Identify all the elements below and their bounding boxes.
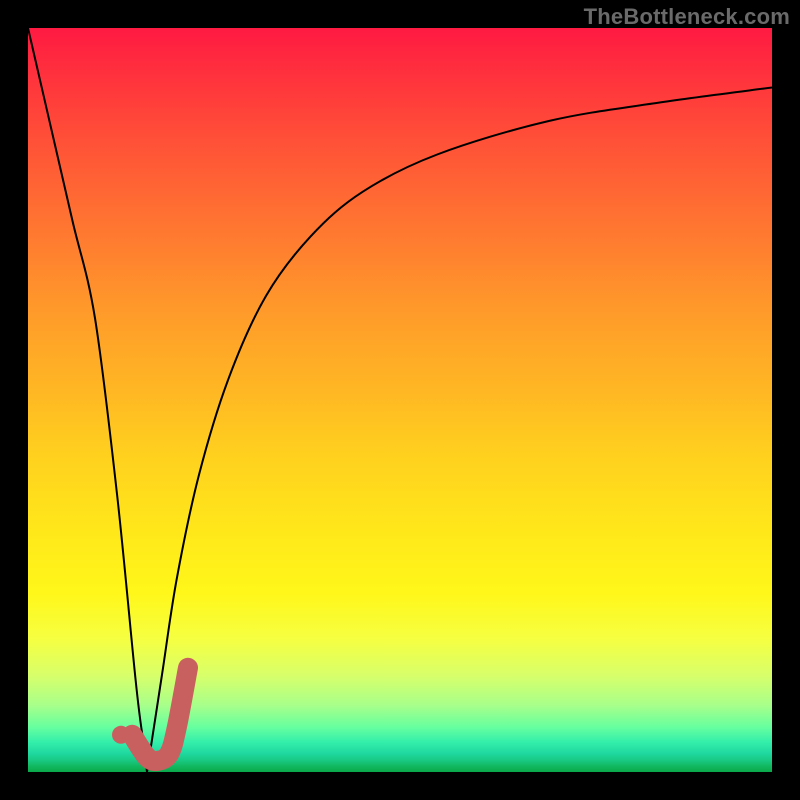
curve-right-branch [147, 88, 772, 773]
curve-left-branch [28, 28, 147, 772]
plot-area [28, 28, 772, 772]
watermark-text: TheBottleneck.com [584, 4, 790, 30]
dot-marker [112, 726, 130, 744]
chart-svg [28, 28, 772, 772]
outer-frame: TheBottleneck.com [0, 0, 800, 800]
